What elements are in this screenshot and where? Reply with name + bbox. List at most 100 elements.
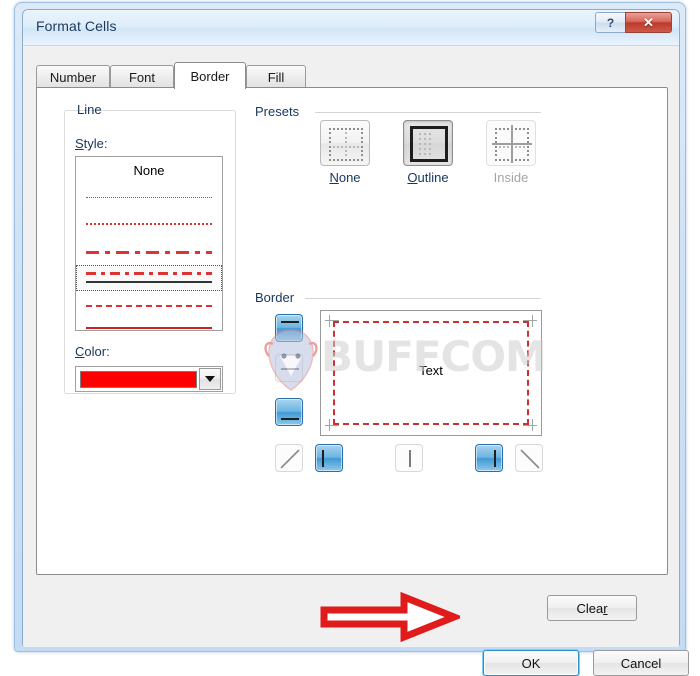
- border-none-icon[interactable]: [320, 120, 370, 166]
- preset-outline-label: Outline: [407, 170, 449, 185]
- grid-dot: [499, 145, 501, 148]
- border-horizontal-mid-icon[interactable]: [275, 354, 303, 382]
- line-style-option-dotted[interactable]: [76, 213, 222, 235]
- grid-dot: [424, 153, 426, 155]
- tab-font[interactable]: Font: [110, 65, 174, 88]
- line-style-option-solid[interactable]: [76, 317, 222, 339]
- grid-dot: [329, 154, 331, 157]
- grid-dot: [333, 128, 335, 130]
- line-style-option-long-dash-dot[interactable]: [76, 241, 222, 263]
- chevron-down-icon[interactable]: [199, 368, 221, 390]
- grid-dot: [527, 132, 529, 135]
- dot-grid-glyph: [329, 128, 363, 161]
- corner-tick: [523, 320, 537, 321]
- cross-vertical-glyph: [511, 125, 513, 163]
- border-group-title: Border: [255, 290, 295, 305]
- grid-dot: [345, 132, 347, 135]
- line-style-none-option[interactable]: None: [76, 163, 222, 178]
- line-style-option-fine-dotted[interactable]: [76, 187, 222, 209]
- grid-dot: [345, 158, 347, 161]
- grid-dot: [419, 138, 421, 140]
- preset-outline[interactable]: Outline: [398, 120, 458, 185]
- grid-dot: [349, 145, 351, 148]
- border-right-icon[interactable]: [475, 444, 503, 472]
- grid-dot: [527, 128, 529, 130]
- grid-dot: [527, 136, 529, 139]
- grid-dot: [495, 150, 497, 152]
- clear-button[interactable]: Clear: [547, 595, 637, 621]
- grid-dot: [361, 158, 363, 161]
- line-style-swatch-fine-dotted: [86, 197, 212, 198]
- tab-number[interactable]: Number: [36, 65, 110, 88]
- line-style-option-dashed[interactable]: [76, 295, 222, 317]
- chevron-down-glyph: [205, 376, 215, 382]
- title-bar[interactable]: Format Cells ? ✕: [23, 10, 679, 46]
- border-diagonal-down-icon[interactable]: [515, 444, 543, 472]
- dialog-window: Format Cells ? ✕ Number Font Border Fill…: [22, 9, 689, 676]
- preset-inside-label: Inside: [493, 170, 529, 185]
- border-group-divider: [305, 298, 541, 299]
- line-style-list[interactable]: None: [75, 156, 223, 331]
- grid-dot: [424, 143, 426, 145]
- border-outline-icon[interactable]: [403, 120, 453, 166]
- grid-dot: [507, 145, 509, 148]
- border-top-icon[interactable]: [275, 314, 303, 342]
- grid-dot: [424, 133, 426, 135]
- line-style-swatch-dotted: [86, 223, 212, 225]
- grid-dot: [499, 158, 501, 161]
- corner-tick: [329, 315, 330, 327]
- preset-none[interactable]: None: [315, 120, 375, 185]
- grid-dot: [361, 145, 363, 148]
- tab-strip: Number Font Border Fill: [36, 62, 668, 89]
- dialog-body: Number Font Border Fill Line Style: None: [23, 46, 689, 676]
- help-icon[interactable]: ?: [595, 12, 625, 33]
- grid-dot: [495, 128, 497, 130]
- diagonal-up-glyph: [280, 449, 300, 469]
- border-diagonal-up-icon[interactable]: [275, 444, 303, 472]
- line-style-swatch-dash-dot-underline: [86, 281, 212, 283]
- cancel-button[interactable]: Cancel: [593, 650, 689, 676]
- border-tab-panel: Line Style: None Color: Presets None Out…: [36, 87, 668, 575]
- preview-edge-top[interactable]: [333, 321, 529, 323]
- grid-dot: [329, 128, 331, 130]
- grid-dot: [329, 150, 331, 152]
- presets-button-row: None Outline Inside: [315, 120, 541, 185]
- ok-button[interactable]: OK: [483, 650, 579, 676]
- grid-dot: [507, 128, 509, 130]
- grid-dot: [429, 148, 431, 150]
- line-color-picker[interactable]: [75, 366, 223, 392]
- caption-button-group: ? ✕: [595, 12, 672, 34]
- grid-dot: [349, 128, 351, 130]
- grid-dot: [357, 145, 359, 148]
- preset-none-label: None: [329, 170, 361, 185]
- line-color-label: Color:: [75, 344, 110, 359]
- border-inside-icon: [486, 120, 536, 166]
- line-style-option-dash-dot[interactable]: [76, 265, 222, 291]
- border-bottom-icon[interactable]: [275, 398, 303, 426]
- grid-dot: [515, 128, 517, 130]
- grid-dot: [353, 158, 355, 161]
- preview-edge-bottom[interactable]: [333, 423, 529, 425]
- tab-fill[interactable]: Fill: [246, 65, 306, 88]
- selected-color-swatch: [80, 371, 197, 388]
- border-bottom-glyph: [276, 399, 302, 425]
- grid-dot: [503, 145, 505, 148]
- line-style-swatch-dashed: [86, 305, 212, 307]
- grid-dot: [357, 158, 359, 161]
- border-left-icon[interactable]: [315, 444, 343, 472]
- tab-border[interactable]: Border: [174, 62, 246, 89]
- grid-dot: [424, 138, 426, 140]
- grid-dot: [345, 141, 347, 144]
- grid-dot: [345, 154, 347, 157]
- grid-dot: [345, 136, 347, 139]
- grid-dot: [419, 143, 421, 145]
- grid-dot: [345, 128, 347, 130]
- close-x-icon[interactable]: ✕: [625, 12, 672, 33]
- grid-dot: [349, 158, 351, 161]
- line-style-swatch-dash-dot: [86, 272, 212, 275]
- preset-inside[interactable]: Inside: [481, 120, 541, 185]
- grid-dot: [523, 128, 525, 130]
- grid-dot: [341, 145, 343, 148]
- border-preview[interactable]: Text: [320, 310, 542, 436]
- border-vertical-mid-icon[interactable]: [395, 444, 423, 472]
